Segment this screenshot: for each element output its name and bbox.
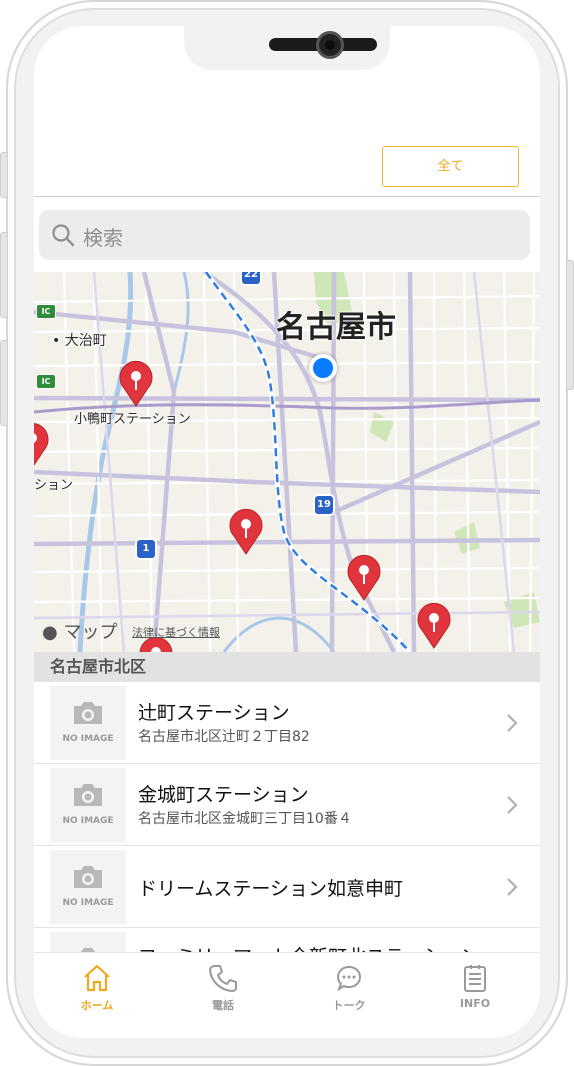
station-name: ファミリーマート今新町北ステーション: [138, 942, 480, 952]
town-label-text: 大治町: [64, 333, 107, 349]
tab-talk[interactable]: トーク: [286, 959, 412, 1029]
no-image-label: NO IMAGE: [62, 734, 114, 744]
camera-icon: [74, 784, 102, 806]
list-item[interactable]: NO IMAGE 金城町ステーション 名古屋市北区金城町三丁目10番４: [34, 764, 540, 846]
chevron-right-icon: [507, 878, 518, 896]
tab-info[interactable]: INFO: [412, 959, 538, 1029]
chevron-right-icon: [507, 796, 518, 814]
road-shield: 1: [135, 538, 157, 560]
power-button: [566, 260, 574, 390]
phone-icon: [209, 965, 237, 992]
mute-switch: [0, 152, 8, 198]
no-image-label: NO IMAGE: [62, 898, 114, 908]
camera-icon: [74, 702, 102, 724]
tab-label: トーク: [332, 999, 366, 1012]
station-name: ドリームステーション如意申町: [138, 878, 404, 900]
tab-phone[interactable]: 電話: [160, 959, 286, 1029]
volume-down-button: [0, 340, 8, 426]
notch: [184, 26, 390, 70]
volume-up-button: [0, 232, 8, 318]
document-icon: [464, 965, 486, 992]
road-shield: 22: [240, 272, 262, 286]
apple-logo-icon: ●: [42, 622, 58, 643]
station-name: 金城町ステーション: [138, 784, 309, 806]
list-item[interactable]: NO IMAGE 辻町ステーション 名古屋市北区辻町２丁目82: [34, 682, 540, 764]
station-address: 名古屋市北区金城町三丁目10番４: [138, 811, 352, 827]
legal-link[interactable]: 法律に基づく情報: [132, 624, 220, 640]
maps-brand-text: マップ: [63, 622, 118, 643]
front-camera: [316, 31, 344, 59]
header-divider: [34, 196, 540, 197]
station-name: 辻町ステーション: [138, 702, 290, 724]
tab-label: INFO: [459, 997, 491, 1010]
tab-label: 電話: [212, 999, 234, 1012]
home-icon: [84, 964, 110, 992]
search-input[interactable]: 検索: [83, 222, 123, 251]
map-pin[interactable]: [344, 554, 384, 602]
station-address: 名古屋市北区辻町２丁目82: [138, 729, 310, 745]
phone-screen: 全て 検索 IC IC 22 19 1 名古屋市 • 大治町 小鴨町ステーション…: [34, 26, 540, 1038]
chevron-right-icon: [507, 714, 518, 732]
search-icon: [52, 224, 75, 247]
city-label: 名古屋市: [276, 310, 396, 345]
map-pin[interactable]: [414, 602, 454, 650]
station-map-label: ション: [34, 478, 74, 493]
chat-icon: [336, 965, 362, 992]
thumbnail-placeholder: NO IMAGE: [50, 850, 126, 924]
map-pin[interactable]: [226, 508, 266, 556]
no-image-label: NO IMAGE: [62, 816, 114, 826]
tab-bar: ホーム 電話 トーク INFO: [34, 952, 540, 1038]
road-shield: 19: [313, 494, 335, 516]
map-view[interactable]: IC IC 22 19 1 名古屋市 • 大治町 小鴨町ステーション ション ●…: [34, 272, 540, 652]
thumbnail-placeholder: [50, 932, 126, 952]
tab-home[interactable]: ホーム: [34, 959, 160, 1029]
camera-icon: [74, 866, 102, 888]
map-pin[interactable]: [34, 422, 52, 470]
thumbnail-placeholder: NO IMAGE: [50, 768, 126, 842]
town-label: • 大治町: [52, 333, 107, 349]
station-list[interactable]: NO IMAGE 辻町ステーション 名古屋市北区辻町２丁目82 NO IMAGE…: [34, 682, 540, 952]
map-pin[interactable]: [116, 360, 156, 408]
tab-label: ホーム: [80, 999, 114, 1012]
search-bar[interactable]: 検索: [39, 210, 530, 260]
ic-badge: IC: [36, 374, 56, 389]
thumbnail-placeholder: NO IMAGE: [50, 686, 126, 760]
station-map-label: 小鴨町ステーション: [74, 412, 191, 427]
list-item[interactable]: NO IMAGE ドリームステーション如意申町: [34, 846, 540, 928]
filter-all-button[interactable]: 全て: [382, 146, 519, 187]
section-header: 名古屋市北区: [34, 652, 540, 682]
ic-badge: IC: [36, 304, 56, 319]
current-location-dot[interactable]: [309, 354, 337, 382]
list-item[interactable]: ファミリーマート今新町北ステーション: [34, 928, 540, 952]
apple-maps-logo: ● マップ: [42, 618, 117, 644]
